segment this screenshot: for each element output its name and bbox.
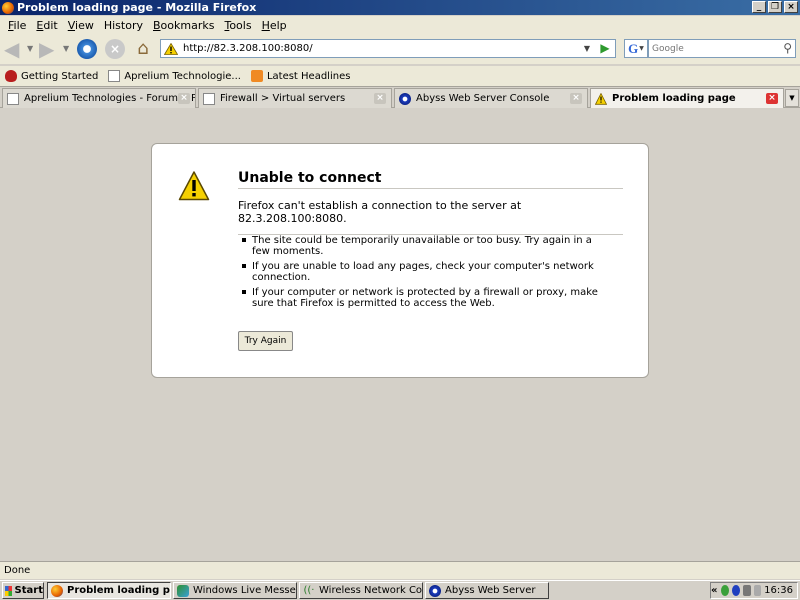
google-logo-icon: G [628,40,639,56]
taskbar-item-messenger[interactable]: Windows Live Messenger [173,582,297,599]
ladybug-icon [5,70,17,82]
tab-aprelium-forum[interactable]: Aprelium Technologies - Forum :: Post ..… [2,88,196,108]
search-icon[interactable]: ⚲ [783,41,792,55]
try-again-button[interactable]: Try Again [238,331,293,351]
abyss-tray-icon[interactable] [732,585,740,596]
taskbar: Start Problem loading page... Windows Li… [0,580,800,600]
home-icon[interactable]: ⌂ [133,39,153,59]
network-tray-icon[interactable] [742,585,751,596]
menu-history[interactable]: History [99,19,148,32]
page-icon [203,92,215,105]
warning-icon [178,171,210,201]
close-tab-icon[interactable]: × [570,93,582,104]
go-arrow-icon[interactable]: ▶ [598,41,612,56]
system-tray: « 16:36 [710,582,798,599]
error-dialog: Unable to connect Firefox can't establis… [151,143,649,378]
error-suggestions: The site could be temporarily unavailabl… [238,235,598,313]
url-bar[interactable]: http://82.3.208.100:8080/ ▼ ▶ [160,39,616,58]
taskbar-item-wireless[interactable]: ((· Wireless Network Conne... [299,582,423,599]
menu-tools[interactable]: Tools [219,19,256,32]
search-bar: ⚲ [648,39,796,58]
bookmark-getting-started[interactable]: Getting Started [5,70,98,82]
rss-icon [250,70,263,82]
page-icon [108,70,121,82]
restore-button[interactable]: ❐ [768,1,782,13]
reload-icon[interactable] [77,39,97,59]
bookmark-latest-headlines[interactable]: Latest Headlines [250,70,350,82]
bookmark-aprelium[interactable]: Aprelium Technologie... [108,70,241,82]
forward-arrow-icon[interactable]: ▶ [39,39,59,59]
tab-firewall[interactable]: Firewall > Virtual servers × [198,88,392,108]
error-title: Unable to connect [238,170,623,189]
url-history-dropdown-icon[interactable]: ▼ [581,41,593,56]
messenger-status-icon[interactable] [721,585,730,596]
firefox-logo-icon [51,584,63,597]
abyss-globe-icon [399,92,411,105]
error-short-description: Firefox can't establish a connection to … [238,199,623,235]
menu-bar: File Edit View History Bookmarks Tools H… [0,16,800,34]
menu-view[interactable]: View [63,19,99,32]
close-window-button[interactable]: × [784,1,798,13]
clock[interactable]: 16:36 [764,585,793,596]
list-item: The site could be temporarily unavailabl… [238,235,598,257]
navigation-toolbar: ◀ ▼ ▶ ▼ × ⌂ http://82.3.208.100:8080/ ▼ … [0,34,800,64]
list-item: If your computer or network is protected… [238,287,598,309]
warning-icon [595,92,607,105]
menu-edit[interactable]: Edit [31,19,62,32]
page-content: Unable to connect Firefox can't establis… [0,109,800,561]
menu-file[interactable]: File [3,19,31,32]
firefox-logo-icon [2,1,14,14]
windows-logo-icon [5,585,12,596]
list-item: If you are unable to load any pages, che… [238,261,598,283]
back-arrow-icon[interactable]: ◀ [4,39,24,59]
menu-bookmarks[interactable]: Bookmarks [148,19,219,32]
taskbar-item-firefox[interactable]: Problem loading page... [47,582,171,599]
messenger-icon [177,584,189,597]
tab-list-dropdown-icon[interactable]: ▼ [785,89,799,107]
search-input[interactable] [649,40,774,57]
chevron-down-icon: ▼ [639,45,644,52]
tab-problem-loading[interactable]: Problem loading page × [590,88,784,108]
volume-icon[interactable] [753,585,762,596]
taskbar-item-abyss[interactable]: Abyss Web Server [425,582,549,599]
menu-help[interactable]: Help [257,19,292,32]
abyss-globe-icon [429,584,441,597]
forward-dropdown-icon[interactable]: ▼ [63,39,71,59]
status-text: Done [4,565,31,576]
tab-abyss-console[interactable]: Abyss Web Server Console × [394,88,588,108]
start-button[interactable]: Start [2,582,44,599]
close-tab-icon[interactable]: × [178,93,190,104]
tab-strip: Aprelium Technologies - Forum :: Post ..… [0,86,800,108]
warning-icon [164,42,178,55]
close-tab-icon[interactable]: × [374,93,386,104]
wireless-icon: ((· [303,584,315,596]
window-titlebar[interactable]: Problem loading page - Mozilla Firefox _… [0,0,800,15]
back-dropdown-icon[interactable]: ▼ [27,39,35,59]
show-hidden-icons-chevron-icon[interactable]: « [711,585,717,596]
status-bar: Done [0,561,800,579]
minimize-button[interactable]: _ [752,1,766,13]
search-engine-selector[interactable]: G ▼ [624,39,648,58]
page-icon [7,92,19,105]
bookmarks-toolbar: Getting Started Aprelium Technologie... … [0,66,800,86]
url-text[interactable]: http://82.3.208.100:8080/ [181,43,313,54]
close-tab-icon[interactable]: × [766,93,778,104]
stop-icon[interactable]: × [105,39,125,59]
window-title: Problem loading page - Mozilla Firefox [17,1,257,14]
